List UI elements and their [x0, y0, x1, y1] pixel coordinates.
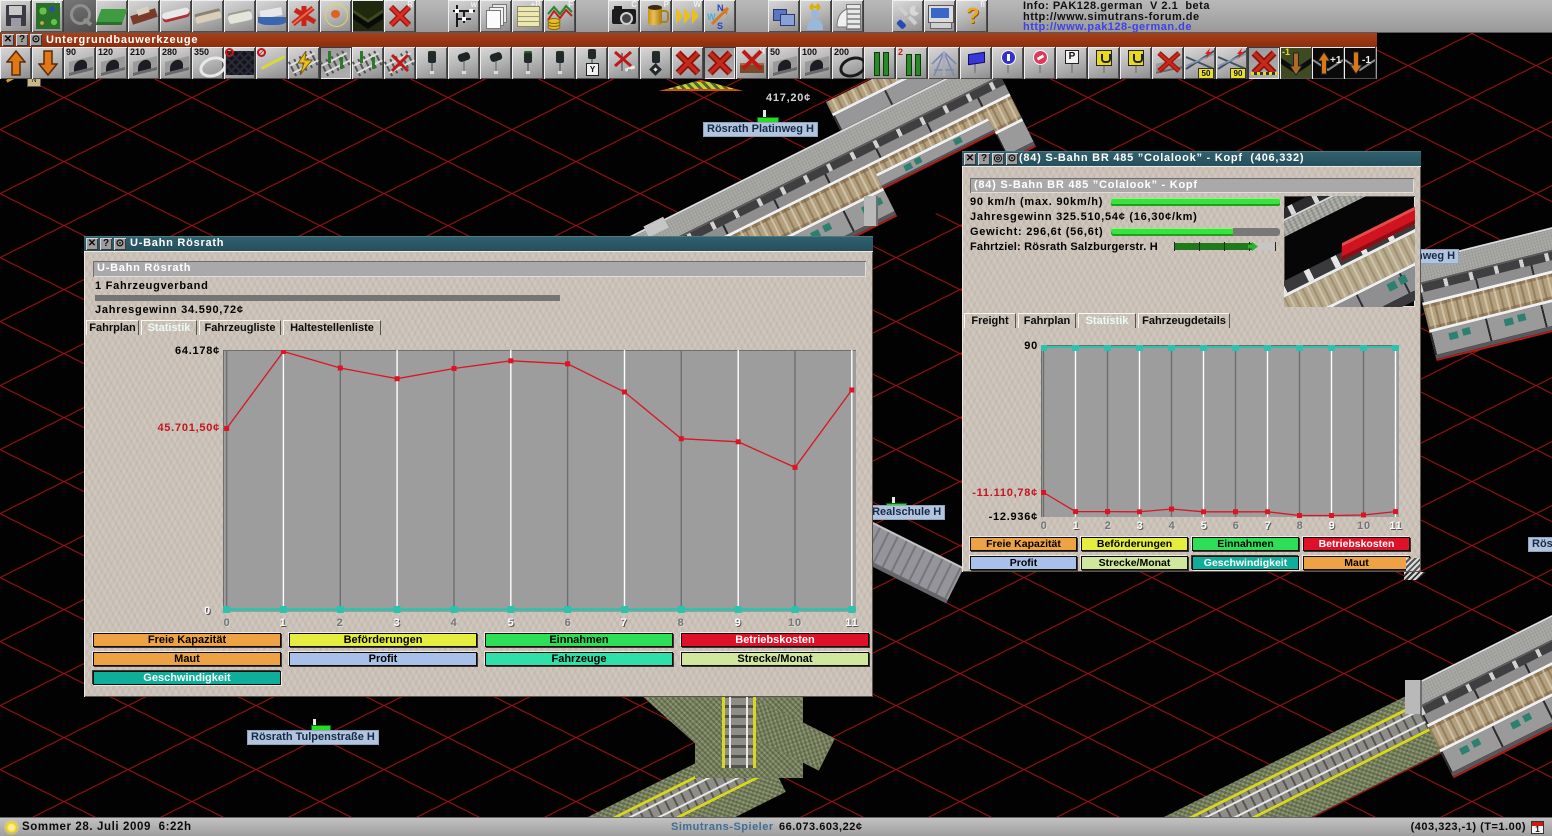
svg-text:E: E [726, 14, 732, 24]
svg-text:W: W [707, 12, 716, 22]
svg-text:S: S [717, 21, 723, 30]
svg-text:N: N [717, 3, 724, 13]
